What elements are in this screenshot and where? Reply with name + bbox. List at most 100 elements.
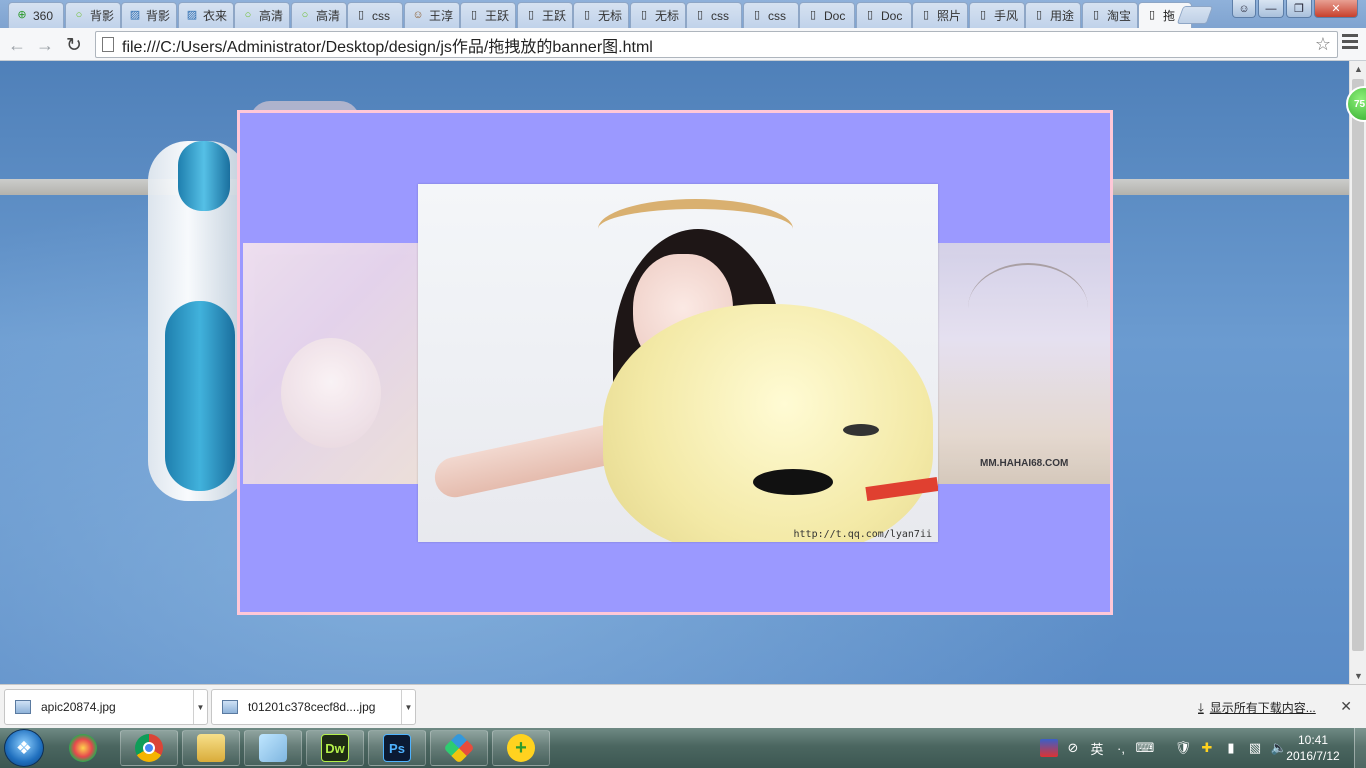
photo-bear bbox=[603, 304, 933, 542]
maximize-button[interactable]: ❐ bbox=[1286, 0, 1312, 18]
address-url[interactable]: file:///C:/Users/Administrator/Desktop/d… bbox=[122, 33, 653, 57]
chrome-menu-button[interactable] bbox=[1342, 34, 1358, 52]
vertical-scrollbar[interactable]: ▲ ▼ bbox=[1349, 61, 1366, 684]
tab-0[interactable]: ⊕ 360 bbox=[8, 2, 64, 28]
close-window-button[interactable]: ✕ bbox=[1314, 0, 1358, 18]
bookmark-star-icon[interactable]: ☆ bbox=[1315, 34, 1331, 55]
tab-3[interactable]: ▨ 衣来 bbox=[178, 2, 234, 28]
chevron-down-icon[interactable]: ▼ bbox=[401, 690, 415, 724]
usb-device-icon[interactable]: ▮ bbox=[1222, 739, 1240, 757]
download-icon: ⤓ bbox=[1198, 699, 1204, 715]
user-icon[interactable]: ☺ bbox=[1232, 0, 1256, 18]
scroll-up-icon[interactable]: ▲ bbox=[1354, 64, 1363, 74]
taskbar-app-360[interactable]: + bbox=[492, 730, 550, 766]
forward-button[interactable]: → bbox=[32, 32, 58, 58]
download-item[interactable]: t01201c378cecf8d....jpg ▼ bbox=[211, 689, 416, 725]
tab-label: 背影 bbox=[146, 9, 171, 23]
clock-time: 10:41 bbox=[1297, 733, 1329, 747]
page-icon bbox=[102, 37, 114, 52]
loading-circle-icon: ○ bbox=[301, 9, 309, 21]
tab-13[interactable]: ▯ css bbox=[743, 2, 799, 28]
taskbar-app-chrome[interactable] bbox=[120, 730, 178, 766]
scroll-down-icon[interactable]: ▼ bbox=[1354, 671, 1363, 681]
scrollbar-thumb[interactable] bbox=[1352, 79, 1364, 651]
tab-label: 无标 bbox=[598, 9, 623, 23]
tab-label: css bbox=[372, 8, 390, 23]
360-browser-icon: ⊕ bbox=[17, 9, 27, 21]
tab-label: 衣来 bbox=[203, 9, 228, 23]
ime-block-icon[interactable]: ⊘ bbox=[1064, 739, 1082, 757]
ime-mode-label[interactable]: 英 bbox=[1088, 739, 1106, 757]
ime-punctuation-icon[interactable]: ·, bbox=[1112, 739, 1130, 757]
pinwheel-icon bbox=[69, 734, 97, 762]
banner-slide-left[interactable] bbox=[243, 243, 420, 484]
system-clock[interactable]: 10:41 2016/7/12 bbox=[1278, 732, 1348, 764]
tab-label: 背影 bbox=[90, 9, 115, 23]
background-clothespin-grip bbox=[165, 301, 235, 491]
minimize-button[interactable]: — bbox=[1258, 0, 1284, 18]
face-icon: ☺ bbox=[412, 9, 424, 21]
tab-4[interactable]: ○ 高清 bbox=[234, 2, 290, 28]
slide-watermark: http://t.qq.com/lyan7ii bbox=[793, 529, 932, 540]
tab-9[interactable]: ▯ 王跃 bbox=[517, 2, 573, 28]
tab-11[interactable]: ▯ 无标 bbox=[630, 2, 686, 28]
tab-14[interactable]: ▯ Doc bbox=[799, 2, 855, 28]
tab-18[interactable]: ▯ 用途 bbox=[1025, 2, 1081, 28]
tab-2[interactable]: ▨ 背影 bbox=[121, 2, 177, 28]
taskbar-app-diamond[interactable] bbox=[430, 730, 488, 766]
page-icon: ▯ bbox=[979, 9, 987, 21]
tab-19[interactable]: ▯ 淘宝 bbox=[1082, 2, 1138, 28]
network-icon[interactable]: ▧ bbox=[1246, 739, 1264, 757]
download-name[interactable]: t01201c378cecf8d....jpg bbox=[248, 700, 401, 714]
security-shield-icon[interactable]: 🛡 bbox=[1174, 739, 1192, 757]
reload-button[interactable]: ↻ bbox=[61, 32, 87, 58]
tab-15[interactable]: ▯ Doc bbox=[856, 2, 912, 28]
photoshop-icon: Ps bbox=[383, 734, 411, 762]
download-item[interactable]: apic20874.jpg ▼ bbox=[4, 689, 208, 725]
tab-7[interactable]: ☺ 王淳 bbox=[404, 2, 460, 28]
slide-watermark: MM.HAHAI68.COM bbox=[980, 458, 1069, 469]
tab-17[interactable]: ▯ 手风 bbox=[969, 2, 1025, 28]
tab-label: 王跃 bbox=[542, 9, 567, 23]
ime-softkeyboard-icon[interactable]: ⌨ bbox=[1136, 739, 1155, 757]
tab-label: 高清 bbox=[259, 9, 284, 23]
start-button[interactable]: ❖ bbox=[4, 729, 44, 767]
tab-label: 照片 bbox=[937, 9, 962, 23]
tab-label: 淘宝 bbox=[1107, 9, 1132, 23]
tab-label: Doc bbox=[824, 8, 846, 23]
tab-label: Doc bbox=[881, 8, 903, 23]
address-bar[interactable]: file:///C:/Users/Administrator/Desktop/d… bbox=[95, 31, 1338, 58]
page-icon: ▯ bbox=[527, 9, 535, 21]
tab-8[interactable]: ▯ 王跃 bbox=[460, 2, 516, 28]
taskbar-app-notepad[interactable] bbox=[244, 730, 302, 766]
close-icon[interactable]: ✕ bbox=[1340, 698, 1352, 715]
window-controls: ☺ — ❐ ✕ bbox=[1232, 0, 1358, 20]
tab-1[interactable]: ○ 背影 bbox=[65, 2, 121, 28]
language-flag-icon[interactable] bbox=[1040, 739, 1058, 757]
show-all-downloads-link[interactable]: ⤓ 显示所有下载内容... bbox=[1198, 699, 1316, 716]
photo-headband bbox=[598, 199, 793, 259]
chevron-down-icon[interactable]: ▼ bbox=[193, 690, 207, 724]
show-all-label[interactable]: 显示所有下载内容... bbox=[1210, 699, 1316, 716]
new-tab-button[interactable] bbox=[1176, 6, 1214, 24]
banner-slide-center[interactable]: http://t.qq.com/lyan7ii bbox=[418, 184, 938, 542]
banner-slide-right[interactable]: MM.HAHAI68.COM bbox=[938, 243, 1110, 484]
tab-16[interactable]: ▯ 照片 bbox=[912, 2, 968, 28]
back-button[interactable]: ← bbox=[4, 32, 30, 58]
taskbar-app-pinwheel[interactable] bbox=[54, 730, 112, 766]
360-tray-icon[interactable]: ✚ bbox=[1198, 739, 1216, 757]
tab-label: 手风 bbox=[994, 9, 1019, 23]
tab-10[interactable]: ▯ 无标 bbox=[573, 2, 629, 28]
tab-6[interactable]: ▯ css bbox=[347, 2, 403, 28]
taskbar-app-photoshop[interactable]: Ps bbox=[368, 730, 426, 766]
taskbar-app-dreamweaver[interactable]: Dw bbox=[306, 730, 364, 766]
show-desktop-button[interactable] bbox=[1354, 728, 1366, 768]
drag-banner[interactable]: MM.HAHAI68.COM http://t.qq.com/lyan7ii bbox=[237, 110, 1113, 615]
page-icon: ▯ bbox=[922, 9, 930, 21]
bookmark-app-icon: ▨ bbox=[129, 9, 141, 21]
tab-5[interactable]: ○ 高清 bbox=[291, 2, 347, 28]
tab-12[interactable]: ▯ css bbox=[686, 2, 742, 28]
taskbar-app-explorer[interactable] bbox=[182, 730, 240, 766]
download-name[interactable]: apic20874.jpg bbox=[41, 700, 193, 714]
page-viewport: MM.HAHAI68.COM http://t.qq.com/lyan7ii bbox=[0, 61, 1349, 684]
